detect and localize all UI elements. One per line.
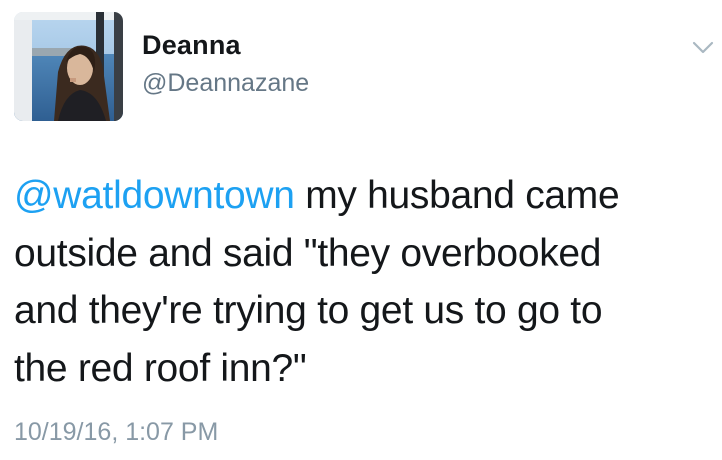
tweet-text-line-2: outside and said "they overbooked [14, 231, 602, 275]
profile-photo-icon [14, 12, 123, 121]
avatar[interactable] [14, 12, 123, 121]
chevron-down-icon[interactable] [690, 38, 716, 58]
tweet-text: @watldowntown my husband came outside and… [14, 167, 714, 397]
display-name[interactable]: Deanna [142, 28, 241, 62]
tweet-text-line-4: the red roof inn?" [14, 346, 307, 390]
tweet-text-line-1: my husband came [294, 174, 620, 217]
tweet-card: Deanna @Deannazane @watldowntown my husb… [0, 0, 722, 460]
tweet-text-line-3: and they're trying to get us to go to [14, 289, 603, 332]
user-handle[interactable]: @Deannazane [142, 67, 309, 99]
timestamp[interactable]: 10/19/16, 1:07 PM [14, 416, 218, 448]
mention-link[interactable]: @watldowntown [14, 174, 295, 217]
